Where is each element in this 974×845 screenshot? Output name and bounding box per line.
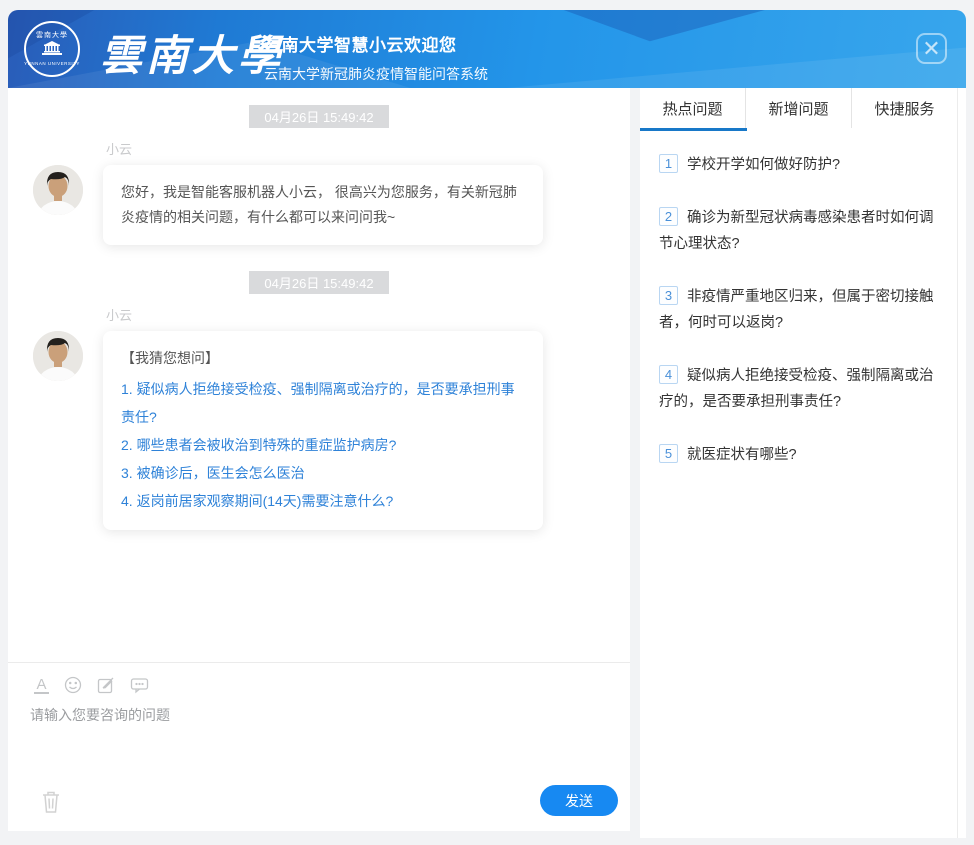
faq-panel: 热点问题 新增问题 快捷服务 1 学校开学如何做好防护? 2确诊为新型冠状病毒感染… xyxy=(640,88,966,838)
question-number-badge: 5 xyxy=(659,444,678,463)
suggested-question-link[interactable]: 3. 被确诊后，医生会怎么医治 xyxy=(121,459,525,487)
bot-message-text: 您好，我是智能客服机器人小云， 很高兴为您服务，有关新冠肺炎疫情的相关问题，有什… xyxy=(121,184,517,225)
chat-panel: 04月26日 15:49:42 小云 您好，我是智能客服机器人小云， 很高兴为您… xyxy=(8,88,630,831)
seal-cn-text: 雲南大學 xyxy=(36,32,68,40)
message-timestamp: 04月26日 15:49:42 xyxy=(249,271,388,294)
emoji-icon[interactable] xyxy=(64,676,82,694)
tab-hot-questions[interactable]: 热点问题 xyxy=(640,88,745,128)
page-subtitle: 云南大学新冠肺炎疫情智能问答系统 xyxy=(264,64,488,84)
tab-new-questions[interactable]: 新增问题 xyxy=(746,88,851,128)
question-text: 疑似病人拒绝接受检疫、强制隔离或治疗的，是否要承担刑事责任? xyxy=(659,368,934,410)
hot-question-item[interactable]: 5 就医症状有哪些? xyxy=(659,442,938,468)
suggestion-intro: 【我猜您想问】 xyxy=(121,346,525,371)
header: 雲南大學 YUNNAN UNIVERSITY 雲南大學 云南大学智慧小云欢迎您 … xyxy=(8,10,966,88)
question-number-badge: 3 xyxy=(659,286,678,305)
sender-name: 小云 xyxy=(106,305,575,324)
bot-avatar xyxy=(33,165,83,215)
hot-question-item[interactable]: 2确诊为新型冠状病毒感染患者时如何调节心理状态? xyxy=(659,205,938,257)
suggested-question-link[interactable]: 4. 返岗前居家观察期间(14天)需要注意什么? xyxy=(121,487,525,515)
tab-quick-services[interactable]: 快捷服务 xyxy=(852,88,957,128)
edit-icon[interactable] xyxy=(97,676,115,694)
bot-avatar xyxy=(33,331,83,381)
suggested-question-link[interactable]: 1. 疑似病人拒绝接受检疫、强制隔离或治疗的，是否要承担刑事责任? xyxy=(121,375,525,431)
question-number-badge: 1 xyxy=(659,154,678,173)
university-seal-logo: 雲南大學 YUNNAN UNIVERSITY xyxy=(24,21,80,77)
question-text: 确诊为新型冠状病毒感染患者时如何调节心理状态? xyxy=(659,210,934,252)
send-button[interactable]: 发送 xyxy=(540,785,618,816)
clear-trash-icon[interactable] xyxy=(41,790,61,819)
suggested-question-link[interactable]: 2. 哪些患者会被收治到特殊的重症监护病房? xyxy=(121,431,525,459)
faq-scrollbar[interactable] xyxy=(957,88,966,838)
close-icon[interactable]: ✕ xyxy=(916,33,947,64)
chat-history[interactable]: 04月26日 15:49:42 小云 您好，我是智能客服机器人小云， 很高兴为您… xyxy=(8,88,630,662)
question-text: 就医症状有哪些? xyxy=(687,447,797,463)
question-number-badge: 4 xyxy=(659,365,678,384)
question-text: 学校开学如何做好防护? xyxy=(687,157,840,173)
bot-message-bubble: 您好，我是智能客服机器人小云， 很高兴为您服务，有关新冠肺炎疫情的相关问题，有什… xyxy=(103,165,543,245)
message-input[interactable]: 请输入您要咨询的问题 xyxy=(30,705,630,725)
question-text: 非疫情严重地区归来，但属于密切接触者，何时可以返岗? xyxy=(659,289,934,331)
hot-question-list: 1 学校开学如何做好防护? 2确诊为新型冠状病毒感染患者时如何调节心理状态? 3非… xyxy=(640,128,966,468)
university-seal-building-icon xyxy=(41,41,63,60)
composer: A 请输入您要咨询的问题 xyxy=(8,662,630,831)
bot-message-bubble: 【我猜您想问】 1. 疑似病人拒绝接受检疫、强制隔离或治疗的，是否要承担刑事责任… xyxy=(103,331,543,530)
faq-tabbar: 热点问题 新增问题 快捷服务 xyxy=(640,88,957,128)
university-calligraphy-wordmark: 雲南大學 xyxy=(100,22,284,83)
bot-message: 小云 您好，我是智能客服机器人小云， 很高兴为您服务，有关新冠肺炎疫情的相关问题… xyxy=(8,139,630,245)
seal-en-text: YUNNAN UNIVERSITY xyxy=(24,61,80,67)
bot-message: 小云 【我猜您想问】 1. 疑似病人拒绝接受检疫、强制隔离或治疗的，是否要承担刑… xyxy=(8,305,630,530)
hot-question-item[interactable]: 4疑似病人拒绝接受检疫、强制隔离或治疗的，是否要承担刑事责任? xyxy=(659,363,938,415)
font-style-icon[interactable]: A xyxy=(34,677,49,694)
active-tab-underline xyxy=(640,128,747,131)
hot-question-item[interactable]: 3非疫情严重地区归来，但属于密切接触者，何时可以返岗? xyxy=(659,284,938,336)
hot-question-item[interactable]: 1 学校开学如何做好防护? xyxy=(659,152,938,178)
question-number-badge: 2 xyxy=(659,207,678,226)
page-title: 云南大学智慧小云欢迎您 xyxy=(264,31,488,56)
comment-icon[interactable] xyxy=(130,676,148,694)
message-timestamp: 04月26日 15:49:42 xyxy=(249,105,388,128)
sender-name: 小云 xyxy=(106,139,575,158)
